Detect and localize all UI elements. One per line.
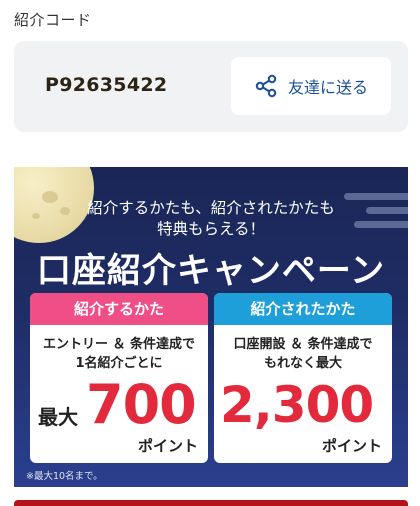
points-unit-referee: ポイント bbox=[321, 437, 382, 455]
offer-amount-referrer: 最大 700 bbox=[30, 377, 208, 433]
share-button-label: 友達に送る bbox=[287, 78, 368, 97]
max-label: 最大 bbox=[38, 405, 78, 429]
banner-title: 口座紹介キャンペーン bbox=[36, 251, 386, 291]
offer-amount-referee: 2,300 bbox=[214, 377, 392, 433]
offer-desc-line2: 1名紹介ごとに bbox=[75, 356, 163, 371]
banner-subtitle-line1: 紹介するかたも、紹介されたかたも bbox=[87, 199, 335, 217]
banner-footnote: ※最大10名まで。 bbox=[26, 471, 103, 482]
offer-card-referee: 紹介されたかた 口座開設 ＆ 条件達成で もれなく最大 2,300 ポイント bbox=[214, 293, 392, 463]
referral-code-card: P92635422 友達に送る bbox=[14, 41, 408, 132]
share-icon bbox=[254, 74, 278, 98]
section-label-referral-code: 紹介コード bbox=[14, 11, 92, 29]
offer-desc-line2: もれなく最大 bbox=[263, 356, 342, 371]
points-amount-referrer: 700 bbox=[86, 373, 197, 436]
offer-description-referrer: エントリー ＆ 条件達成で 1名紹介ごとに bbox=[30, 335, 208, 373]
offer-card-referrer: 紹介するかた エントリー ＆ 条件達成で 1名紹介ごとに 最大 700 ポイント bbox=[30, 293, 208, 463]
points-amount-referee: 2,300 bbox=[220, 376, 374, 434]
next-banner-edge bbox=[14, 500, 408, 506]
banner-subtitle-line2: 特典もらえる！ bbox=[156, 220, 266, 238]
offer-desc-line1: 口座開設 ＆ 条件達成で bbox=[233, 337, 373, 352]
referral-campaign-banner[interactable]: 紹介するかたも、紹介されたかたも 特典もらえる！ 口座紹介キャンペーン 紹介する… bbox=[14, 167, 408, 487]
offer-description-referee: 口座開設 ＆ 条件達成で もれなく最大 bbox=[214, 335, 392, 373]
share-with-friend-button[interactable]: 友達に送る bbox=[231, 57, 391, 115]
offer-heading-referee: 紹介されたかた bbox=[214, 293, 392, 325]
referral-code-value: P92635422 bbox=[45, 74, 168, 96]
points-unit-referrer: ポイント bbox=[137, 437, 198, 455]
offer-desc-line1: エントリー ＆ 条件達成で bbox=[42, 337, 196, 352]
offer-heading-referrer: 紹介するかた bbox=[30, 293, 208, 325]
